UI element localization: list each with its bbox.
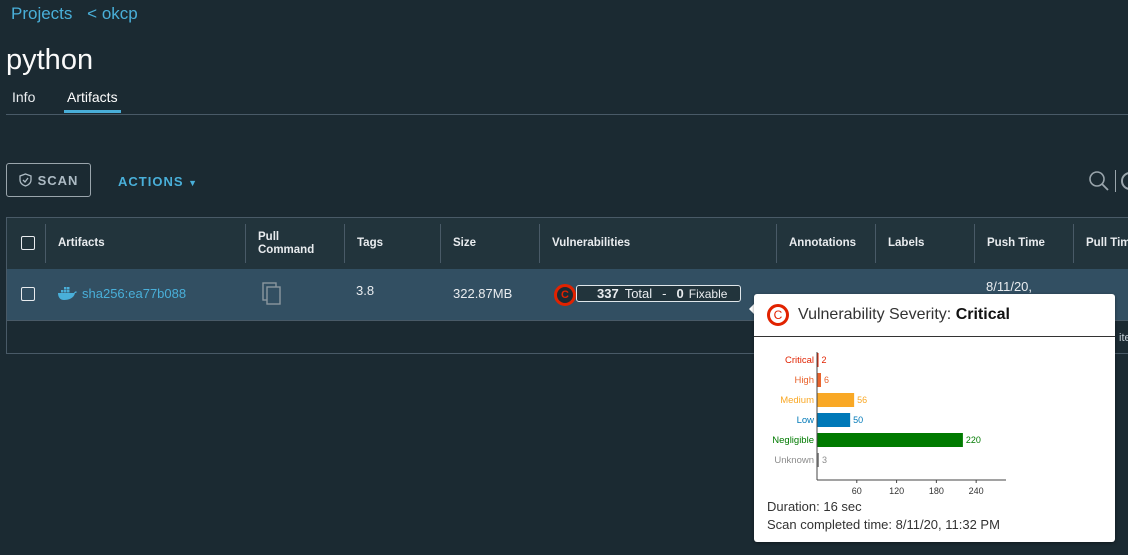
popover-title-severity: Critical xyxy=(955,306,1010,323)
select-all-checkbox[interactable] xyxy=(21,236,35,250)
bar xyxy=(817,373,821,387)
vulnerability-popover: C Vulnerability Severity: Critical Criti… xyxy=(754,294,1115,542)
category-label: Low xyxy=(797,415,815,426)
column-header-pull-time[interactable]: Pull Tim xyxy=(1086,218,1128,269)
refresh-icon[interactable] xyxy=(1121,172,1128,190)
row-select-checkbox[interactable] xyxy=(21,287,35,301)
breadcrumb: Projects < okcp xyxy=(11,4,138,24)
breadcrumb-projects-link[interactable]: Projects xyxy=(11,4,72,23)
category-label: High xyxy=(794,375,814,386)
actions-label: ACTIONS xyxy=(118,174,184,189)
data-label: 2 xyxy=(822,355,827,365)
x-tick-label: 180 xyxy=(929,486,944,494)
vuln-fixable-count: 0 xyxy=(676,286,684,301)
breadcrumb-current-link[interactable]: okcp xyxy=(102,4,138,23)
column-header-artifacts[interactable]: Artifacts xyxy=(58,218,105,269)
tag-value: 3.8 xyxy=(356,283,375,298)
data-label: 6 xyxy=(824,375,829,385)
x-tick-label: 240 xyxy=(969,486,984,494)
data-label: 3 xyxy=(822,455,827,465)
popover-header: C Vulnerability Severity: Critical xyxy=(754,294,1115,337)
x-tick-label: 60 xyxy=(852,486,862,494)
artifact-digest-link[interactable]: sha256:ea77b088 xyxy=(82,286,186,301)
toolbar-divider xyxy=(1115,170,1116,192)
docker-icon xyxy=(58,287,77,300)
category-label: Medium xyxy=(780,395,814,406)
popover-title-prefix: Vulnerability Severity: xyxy=(798,306,952,323)
datagrid-header: Artifacts Pull Command Tags Size Vulnera… xyxy=(7,218,1128,270)
tab-bar: Info Artifacts xyxy=(6,89,1128,115)
pagination-fragment: ite xyxy=(1119,332,1128,344)
column-header-push-time[interactable]: Push Time xyxy=(987,218,1045,269)
x-tick-label: 120 xyxy=(889,486,904,494)
scan-button-label: SCAN xyxy=(37,172,79,188)
column-header-pull-command[interactable]: Pull Command xyxy=(258,218,328,269)
data-label: 56 xyxy=(857,395,867,405)
bar xyxy=(817,393,855,407)
column-header-size[interactable]: Size xyxy=(453,218,476,269)
breadcrumb-separator-icon: < xyxy=(87,4,98,23)
size-value: 322.87MB xyxy=(453,286,513,301)
copy-icon[interactable] xyxy=(262,282,282,306)
scan-duration: Duration: 16 sec xyxy=(767,499,862,514)
bar xyxy=(817,433,963,447)
vulnerability-summary[interactable]: 337 Total - 0 Fixable xyxy=(576,285,741,302)
category-label: Unknown xyxy=(774,455,814,466)
data-label: 220 xyxy=(966,435,981,445)
column-header-vulnerabilities[interactable]: Vulnerabilities xyxy=(552,218,630,269)
data-label: 50 xyxy=(853,415,863,425)
severity-badge: C xyxy=(554,284,576,306)
page-title: python xyxy=(6,44,94,76)
column-header-labels[interactable]: Labels xyxy=(888,218,924,269)
scan-button[interactable]: SCAN xyxy=(6,163,91,197)
vuln-separator: - xyxy=(662,286,667,301)
column-header-annotations[interactable]: Annotations xyxy=(789,218,856,269)
actions-dropdown[interactable]: ACTIONS ▼ xyxy=(118,174,198,189)
tab-info[interactable]: Info xyxy=(9,89,38,112)
category-label: Critical xyxy=(785,355,814,366)
scan-completed-time: Scan completed time: 8/11/20, 11:32 PM xyxy=(767,517,1000,532)
vuln-total-count: 337 xyxy=(597,286,619,301)
popover-title: Vulnerability Severity: Critical xyxy=(798,306,1010,324)
tab-artifacts[interactable]: Artifacts xyxy=(64,89,121,113)
vuln-fixable-label: Fixable xyxy=(688,286,728,301)
bar xyxy=(817,413,851,427)
chevron-down-icon: ▼ xyxy=(188,178,199,188)
category-label: Negligible xyxy=(772,435,814,446)
column-header-tags[interactable]: Tags xyxy=(357,218,383,269)
vuln-total-label: Total xyxy=(624,286,653,301)
push-time-value: 8/11/20, xyxy=(986,279,1033,294)
search-icon[interactable] xyxy=(1088,170,1110,192)
popover-severity-badge: C xyxy=(767,304,789,326)
shield-icon xyxy=(18,173,32,187)
severity-bar-chart: Critical 2 High 6 Medium 56 Low 50 Negligible 220… xyxy=(772,352,1006,494)
